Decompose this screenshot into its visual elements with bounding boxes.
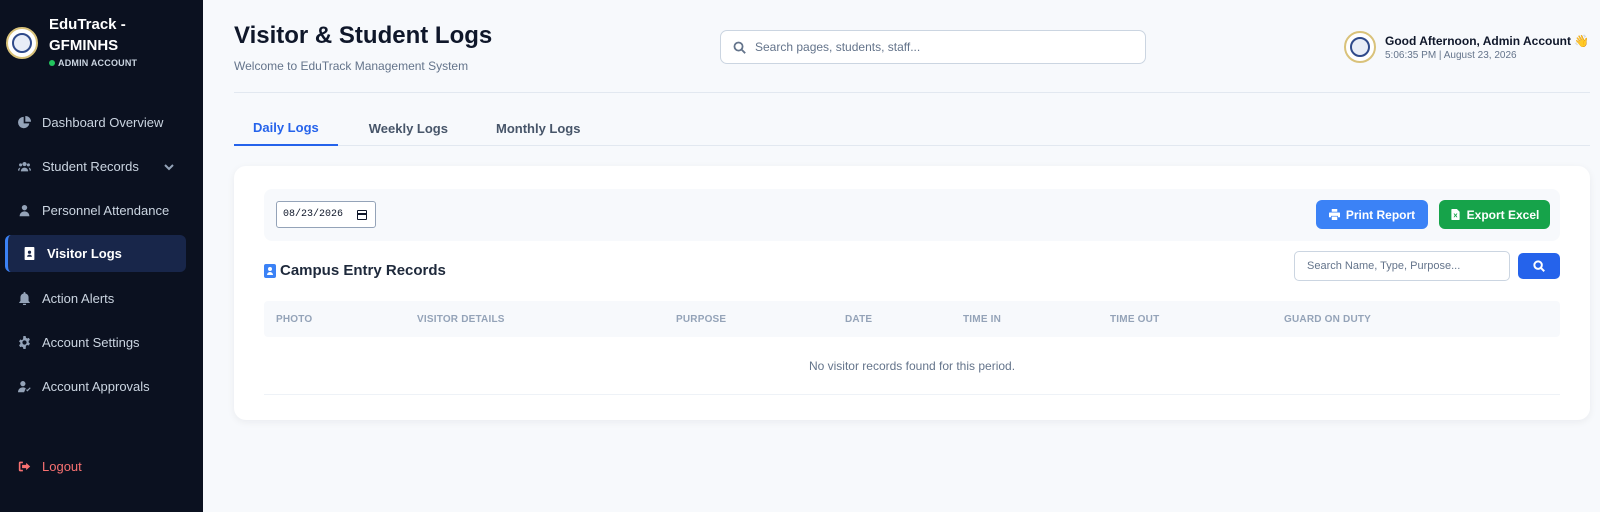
sidebar-item-action-alerts[interactable]: Action Alerts bbox=[0, 276, 203, 320]
column-header-time-in[interactable]: TIME IN bbox=[963, 301, 1001, 337]
table-header: PHOTO VISITOR DETAILS PURPOSE DATE TIME … bbox=[264, 301, 1560, 337]
sidebar-nav: Dashboard Overview Student Records Perso… bbox=[0, 100, 203, 408]
page-title: Visitor & Student Logs bbox=[234, 22, 493, 49]
sidebar: EduTrack - GFMINHS ADMIN ACCOUNT Dashboa… bbox=[0, 0, 203, 512]
online-status-dot bbox=[49, 60, 55, 66]
filter-toolbar: 08/23/2026 Print Report Export Excel bbox=[264, 189, 1560, 241]
file-excel-icon bbox=[1451, 209, 1460, 220]
account-role: ADMIN ACCOUNT bbox=[49, 58, 149, 68]
user-check-icon bbox=[18, 380, 31, 393]
id-card-icon bbox=[264, 263, 276, 278]
sidebar-item-student-records[interactable]: Student Records bbox=[0, 144, 203, 188]
gear-icon bbox=[18, 335, 31, 349]
date-picker[interactable]: 08/23/2026 bbox=[276, 201, 376, 228]
sidebar-item-personnel-attendance[interactable]: Personnel Attendance bbox=[0, 188, 203, 232]
export-excel-button[interactable]: Export Excel bbox=[1439, 200, 1550, 229]
school-logo bbox=[6, 27, 38, 59]
search-icon bbox=[1533, 260, 1545, 272]
tab-weekly-logs[interactable]: Weekly Logs bbox=[350, 110, 467, 146]
records-card: 08/23/2026 Print Report Export Excel Cam… bbox=[234, 166, 1590, 420]
tab-monthly-logs[interactable]: Monthly Logs bbox=[477, 110, 600, 146]
users-icon bbox=[18, 160, 31, 173]
sidebar-item-visitor-logs[interactable]: Visitor Logs bbox=[5, 235, 186, 272]
greeting: Good Afternoon, Admin Account 👋 bbox=[1385, 33, 1590, 48]
sign-out-icon bbox=[18, 460, 31, 473]
global-search[interactable] bbox=[720, 30, 1146, 64]
log-tabs: Daily Logs Weekly Logs Monthly Logs bbox=[234, 110, 1590, 146]
records-search-button[interactable] bbox=[1518, 253, 1560, 279]
column-header-photo[interactable]: PHOTO bbox=[276, 301, 312, 337]
wave-emoji-icon: 👋 bbox=[1574, 33, 1590, 48]
column-header-visitor-details[interactable]: VISITOR DETAILS bbox=[417, 301, 505, 337]
logout-button[interactable]: Logout bbox=[18, 459, 82, 474]
page-subtitle: Welcome to EduTrack Management System bbox=[234, 59, 469, 73]
avatar[interactable] bbox=[1344, 31, 1376, 63]
chevron-down-icon[interactable] bbox=[164, 160, 174, 171]
calendar-icon[interactable] bbox=[357, 210, 367, 220]
section-title: Campus Entry Records bbox=[264, 262, 446, 279]
global-search-input[interactable] bbox=[755, 40, 1135, 54]
printer-icon bbox=[1328, 209, 1340, 220]
column-header-purpose[interactable]: PURPOSE bbox=[676, 301, 726, 337]
brand: EduTrack - GFMINHS ADMIN ACCOUNT bbox=[6, 14, 149, 68]
bell-icon bbox=[18, 291, 31, 305]
records-search-input[interactable] bbox=[1294, 251, 1510, 281]
column-header-guard-on-duty[interactable]: GUARD ON DUTY bbox=[1284, 301, 1371, 337]
tab-daily-logs[interactable]: Daily Logs bbox=[234, 110, 338, 146]
sidebar-item-account-approvals[interactable]: Account Approvals bbox=[0, 364, 203, 408]
header-divider bbox=[234, 92, 1590, 93]
brand-title: EduTrack - GFMINHS bbox=[49, 16, 126, 54]
user-profile[interactable]: Good Afternoon, Admin Account 👋 5:06:35 … bbox=[1344, 31, 1589, 63]
chart-pie-icon bbox=[18, 115, 31, 129]
id-badge-icon bbox=[23, 247, 36, 260]
sidebar-item-account-settings[interactable]: Account Settings bbox=[0, 320, 203, 364]
column-header-time-out[interactable]: TIME OUT bbox=[1110, 301, 1159, 337]
user-icon bbox=[18, 204, 31, 217]
sidebar-item-dashboard-overview[interactable]: Dashboard Overview bbox=[0, 100, 203, 144]
search-icon bbox=[733, 41, 746, 54]
clock: 5:06:35 PM | August 23, 2026 bbox=[1385, 49, 1517, 61]
records-table: PHOTO VISITOR DETAILS PURPOSE DATE TIME … bbox=[264, 301, 1560, 395]
print-report-button[interactable]: Print Report bbox=[1316, 200, 1428, 229]
empty-state-message: No visitor records found for this period… bbox=[264, 337, 1560, 395]
column-header-date[interactable]: DATE bbox=[845, 301, 872, 337]
